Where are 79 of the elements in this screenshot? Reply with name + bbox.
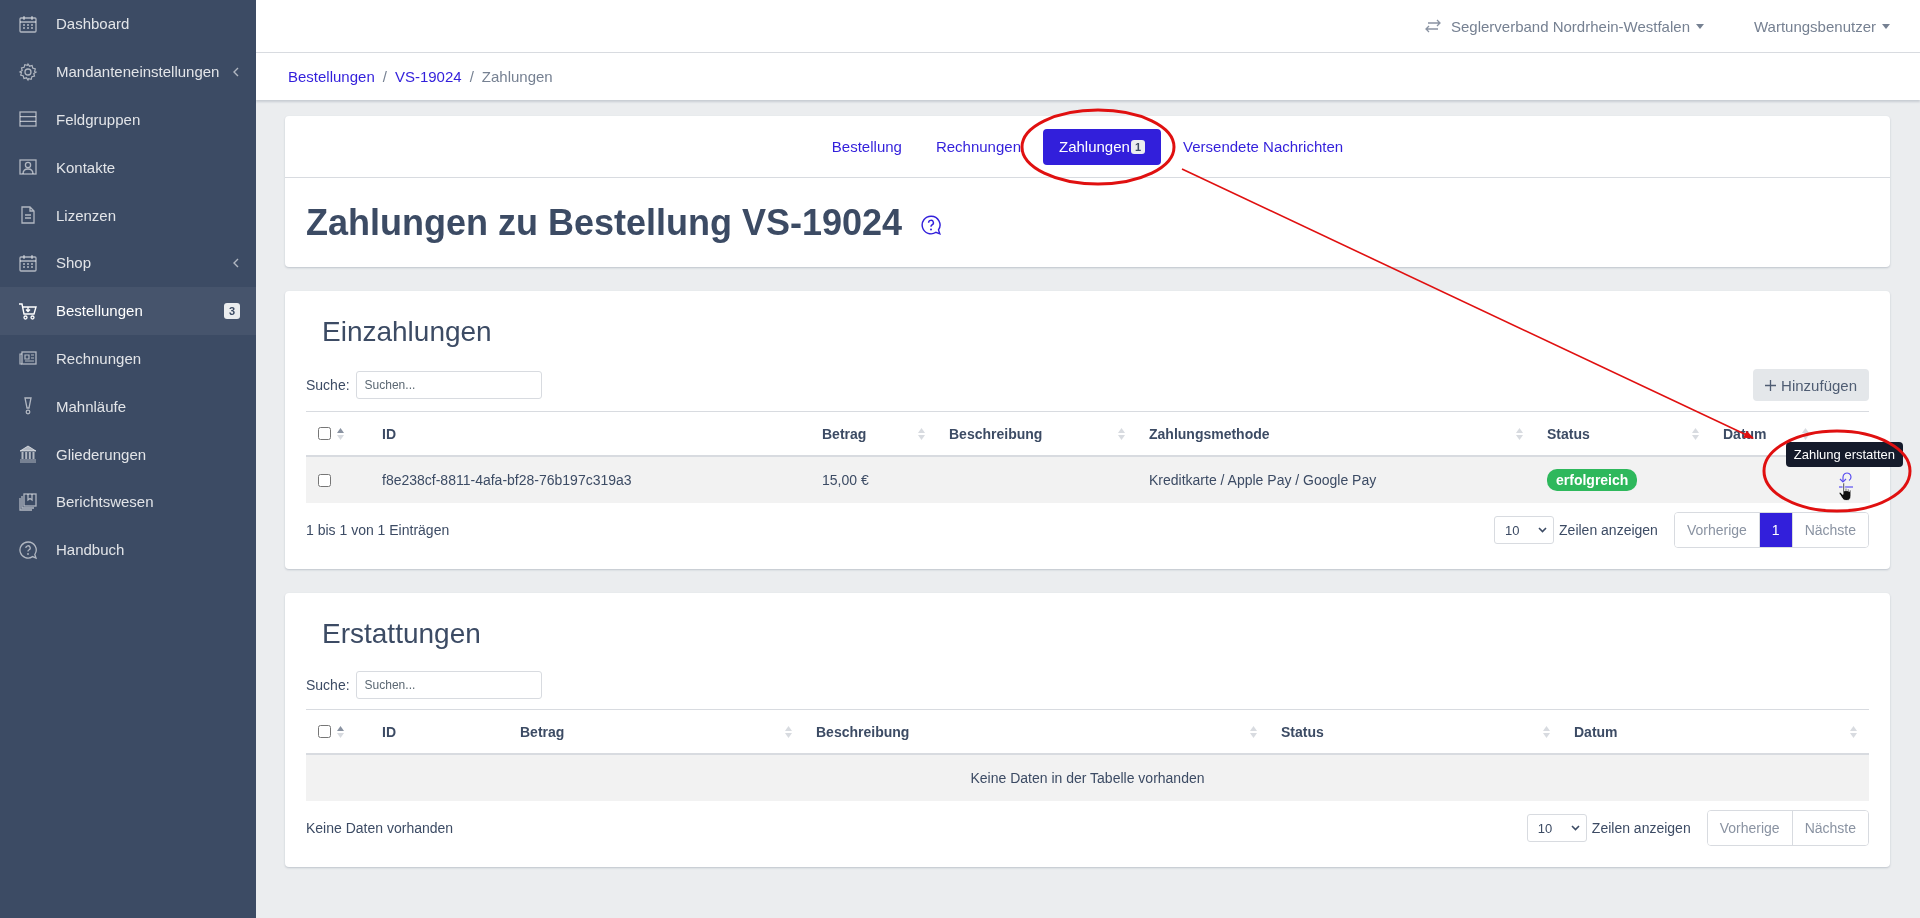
search-label: Suche:	[306, 677, 350, 693]
user-dropdown[interactable]: Wartungsbenutzer	[1754, 17, 1890, 35]
contact-icon	[18, 157, 38, 178]
stacked-pages-icon	[18, 491, 38, 512]
column-header[interactable]: Beschreibung	[816, 723, 910, 740]
page-title: Zahlungen zu Bestellung VS-19024	[306, 201, 903, 244]
page-size-label: Zeilen anzeigen	[1559, 522, 1658, 538]
sidebar-item[interactable]: Bestellungen 3	[0, 286, 256, 335]
caret-icon	[1882, 23, 1890, 29]
sidebar-item[interactable]: Rechnungen	[0, 334, 256, 383]
breadcrumb-separator: /	[469, 68, 474, 85]
sidebar-item[interactable]: Dashboard	[0, 0, 256, 48]
chevron-down-icon	[1570, 825, 1580, 831]
empty-table-message: Keine Daten in der Tabelle vorhanden	[970, 770, 1205, 786]
sidebar-item[interactable]: Mandanteneinstellungen	[0, 47, 256, 96]
sidebar-item[interactable]: Gliederungen	[0, 430, 256, 478]
table-cell: Kreditkarte / Apple Pay / Google Pay	[1149, 472, 1377, 488]
sort-icon[interactable]	[337, 426, 344, 441]
tooltip: Zahlung erstatten	[1785, 442, 1903, 467]
table-cell: f8e238cf-8811-4afa-bf28-76b197c319a3	[382, 472, 632, 488]
gear-icon	[18, 61, 38, 82]
status-badge: erfolgreich	[1547, 469, 1638, 491]
add-button[interactable]: Hinzufügen	[1753, 369, 1869, 401]
column-header[interactable]: Status	[1547, 425, 1590, 442]
column-header[interactable]: ID	[382, 425, 396, 442]
organization-dropdown[interactable]: Seglerverband Nordrhein-Westfalen	[1424, 17, 1704, 35]
section-title: Erstattungen	[322, 617, 482, 651]
page-size-select[interactable]: 10	[1526, 814, 1587, 842]
sidebar-item[interactable]: Handbuch	[0, 525, 256, 574]
select-all-checkbox[interactable]	[318, 725, 331, 738]
search-field[interactable]: Suchen...	[355, 371, 542, 399]
list-icon	[18, 109, 38, 130]
plus-icon	[1765, 379, 1777, 391]
caret-icon	[1696, 23, 1704, 29]
sidebar-item[interactable]: Shop	[0, 239, 256, 287]
breadcrumb-separator: /	[382, 68, 387, 85]
sidebar-item[interactable]: Mahnläufe	[0, 382, 256, 431]
search-label: Suche:	[306, 377, 350, 393]
tab[interactable]: Zahlungen 1	[1043, 128, 1162, 165]
breadcrumb-link[interactable]: Bestellungen	[288, 68, 375, 85]
sidebar-item[interactable]: Berichtswesen	[0, 477, 256, 526]
document-icon	[18, 205, 38, 226]
search-field[interactable]: Suchen...	[355, 671, 542, 699]
sidebar-item[interactable]: Lizenzen	[0, 191, 256, 239]
page-size-label: Zeilen anzeigen	[1591, 820, 1691, 836]
column-header[interactable]: Beschreibung	[949, 425, 1043, 442]
row-checkbox[interactable]	[318, 473, 331, 487]
column-header[interactable]: Datum	[1574, 723, 1618, 740]
pagination-button[interactable]: 1	[1759, 513, 1793, 547]
cart-icon	[18, 300, 38, 321]
bank-icon	[18, 444, 38, 465]
section-title: Einzahlungen	[322, 315, 493, 349]
breadcrumb-link[interactable]: VS-19024	[394, 68, 462, 85]
calendar-icon	[18, 252, 38, 273]
sidebar-item[interactable]: Kontakte	[0, 143, 256, 192]
column-header[interactable]: Betrag	[822, 425, 867, 442]
sort-icon[interactable]	[1802, 426, 1809, 441]
tab[interactable]: Bestellung	[819, 128, 914, 165]
column-header[interactable]: ID	[382, 723, 396, 740]
tab[interactable]: Versendete Nachrichten	[1171, 128, 1356, 165]
page-size-select[interactable]: 10	[1494, 516, 1555, 544]
table-info: 1 bis 1 von 1 Einträgen	[306, 522, 450, 538]
sort-icon[interactable]	[337, 724, 344, 739]
column-header[interactable]: Betrag	[520, 723, 565, 740]
help-icon[interactable]	[920, 213, 943, 236]
count-badge: 3	[223, 302, 240, 319]
calendar-icon	[18, 13, 38, 34]
swap-arrows-icon	[1424, 19, 1441, 33]
table-cell: 15,00 €	[822, 472, 869, 488]
column-header[interactable]: Zahlungsmethode	[1149, 425, 1270, 442]
breadcrumb-current: Zahlungen	[481, 68, 553, 85]
hand-cursor-icon	[1838, 482, 1854, 502]
tab[interactable]: Rechnungen	[923, 128, 1033, 165]
help-icon	[18, 539, 38, 560]
sidebar-item[interactable]: Feldgruppen	[0, 95, 256, 144]
column-header[interactable]: Status	[1281, 723, 1324, 740]
table-info: Keine Daten vorhanden	[306, 820, 454, 836]
chevron-down-icon	[1538, 527, 1548, 533]
select-all-checkbox[interactable]	[318, 427, 331, 440]
